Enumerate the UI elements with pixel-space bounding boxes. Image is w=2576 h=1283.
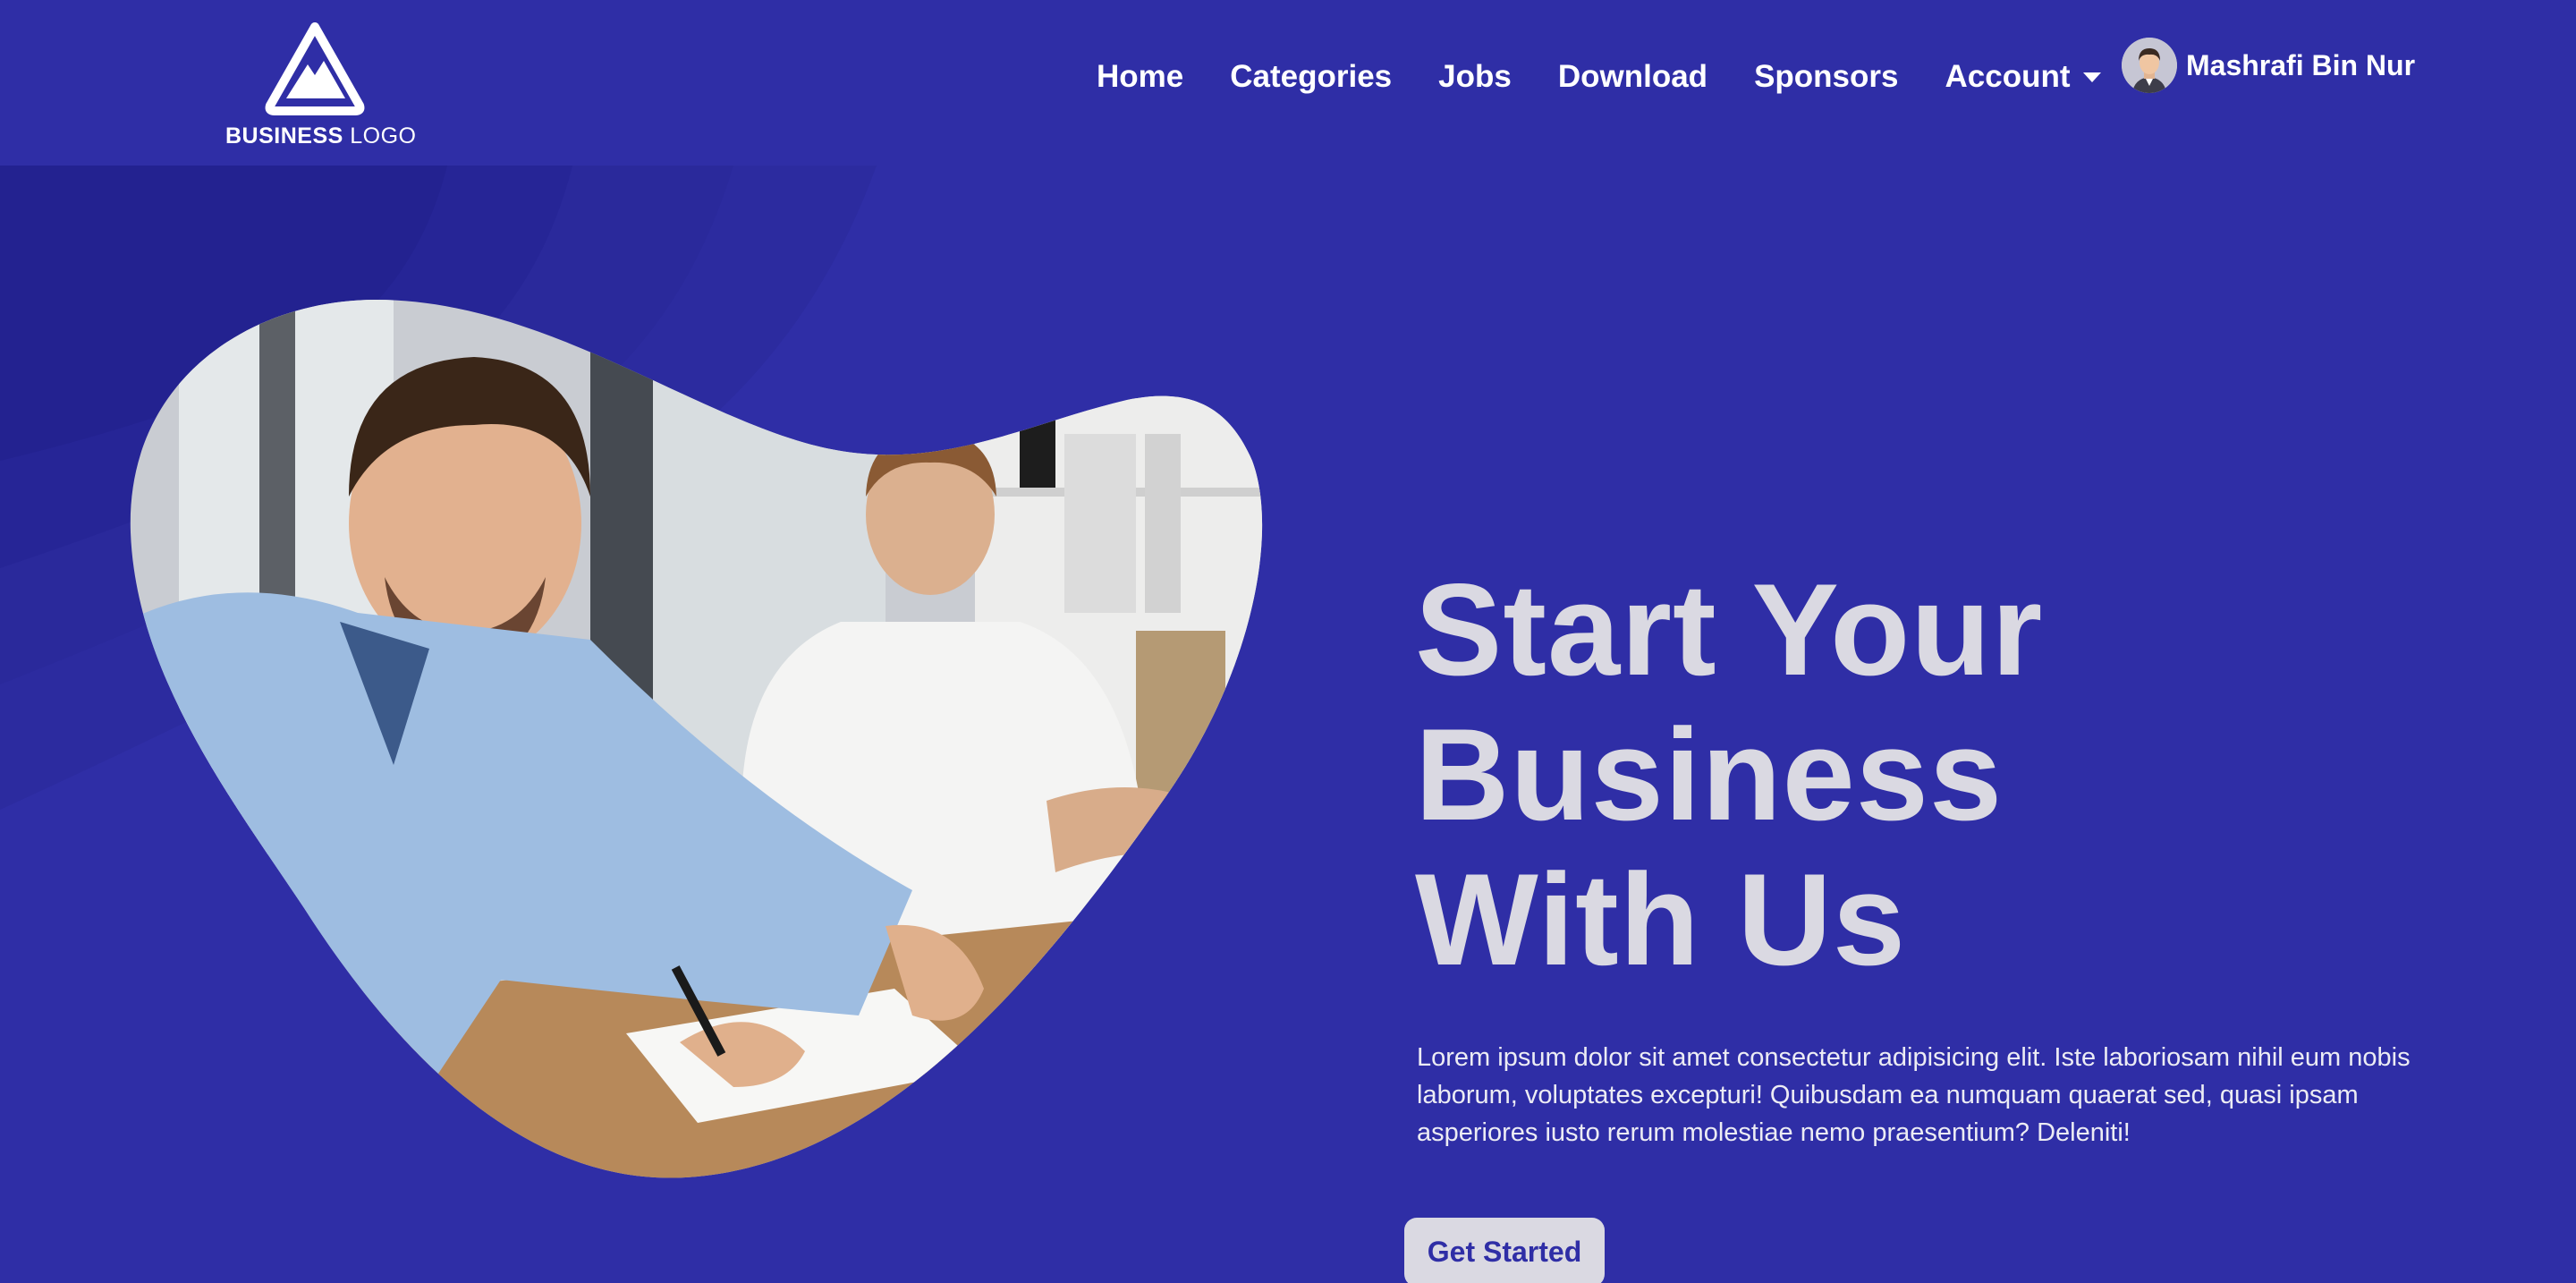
user-profile[interactable]: Mashrafi Bin Nur bbox=[2122, 38, 2415, 93]
top-navbar: BUSINESS LOGO Home Categories Jobs Downl… bbox=[0, 0, 2576, 166]
hero-headline: Start Your Business With Us bbox=[1415, 557, 2444, 992]
nav-sponsors[interactable]: Sponsors bbox=[1754, 59, 1898, 95]
office-photo-illustration bbox=[130, 300, 1263, 1178]
main-nav: Home Categories Jobs Download Sponsors A… bbox=[1097, 52, 2117, 102]
get-started-button[interactable]: Get Started bbox=[1404, 1218, 1605, 1283]
hero-description: Lorem ipsum dolor sit amet consectetur a… bbox=[1417, 1043, 2411, 1147]
nav-jobs[interactable]: Jobs bbox=[1438, 59, 1512, 95]
mountain-triangle-icon bbox=[265, 22, 365, 115]
user-avatar-icon bbox=[2122, 38, 2177, 93]
nav-categories[interactable]: Categories bbox=[1230, 59, 1392, 95]
user-name: Mashrafi Bin Nur bbox=[2186, 48, 2416, 81]
chevron-down-icon[interactable] bbox=[2082, 72, 2101, 82]
nav-account[interactable]: Account bbox=[1945, 59, 2071, 95]
business-logo[interactable]: BUSINESS LOGO bbox=[225, 20, 417, 154]
nav-home[interactable]: Home bbox=[1097, 59, 1183, 95]
hero-headline-line: With Us bbox=[1415, 846, 1907, 992]
avatar[interactable] bbox=[2122, 38, 2177, 93]
nav-download[interactable]: Download bbox=[1558, 59, 1707, 95]
hero-photo bbox=[125, 300, 1270, 1194]
logo-wordmark: BUSINESS LOGO bbox=[225, 123, 417, 149]
hero-headline-line: Business bbox=[1415, 701, 2004, 847]
hero-headline-line: Start Your bbox=[1415, 557, 2044, 702]
hero-section: Start Your Business With Us Lorem ipsum … bbox=[0, 166, 2576, 1283]
